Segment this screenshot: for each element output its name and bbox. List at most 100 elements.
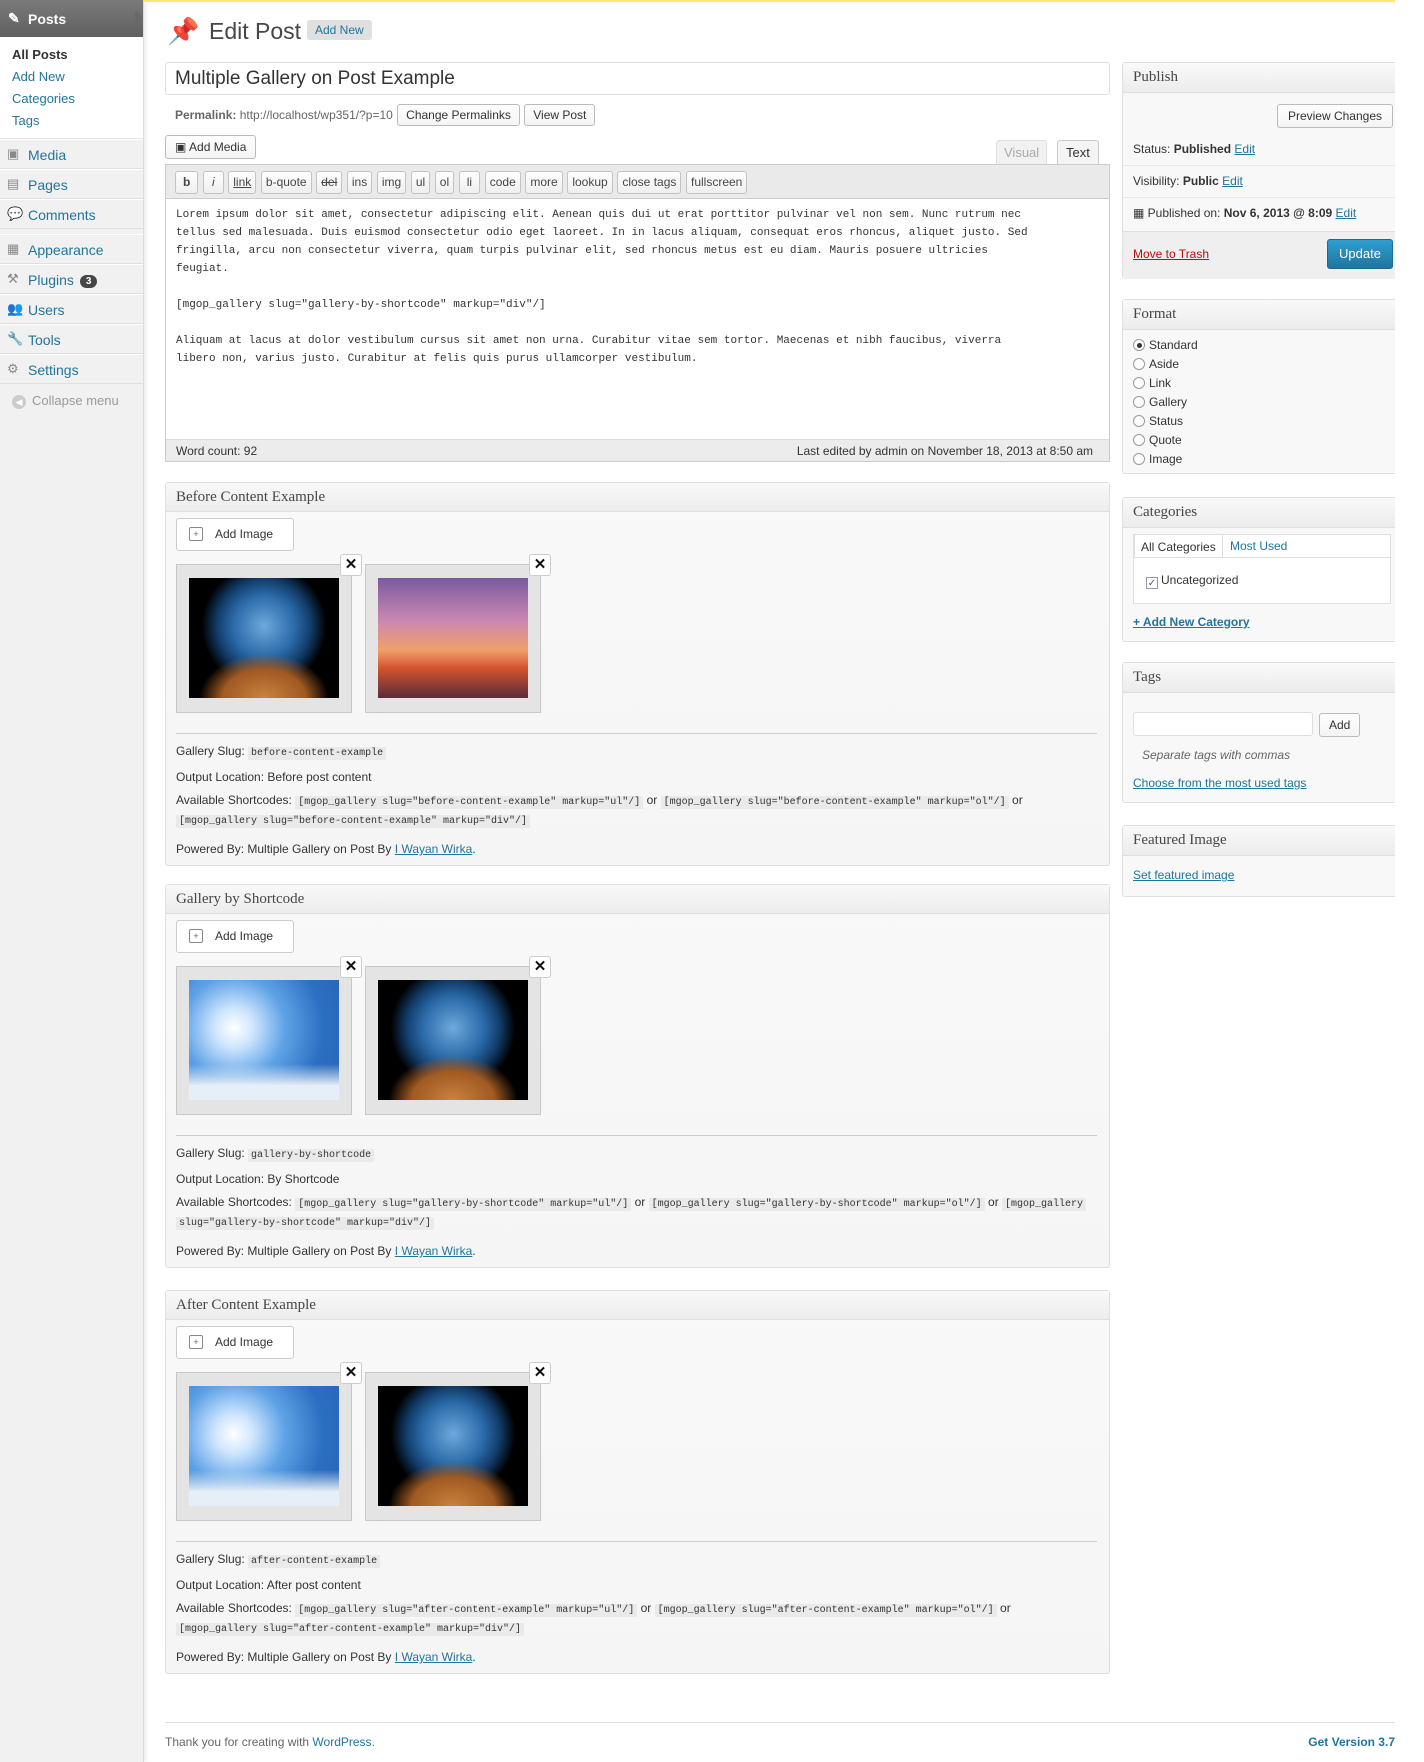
add-image-button[interactable]: + Add Image xyxy=(176,1326,294,1359)
menu-item-appearance[interactable]: ▦ Appearance xyxy=(0,234,143,264)
edit-visibility-link[interactable]: Edit xyxy=(1222,174,1243,188)
view-post-button[interactable]: View Post xyxy=(524,104,596,126)
editor-status-bar: Word count: 92 Last edited by admin on N… xyxy=(166,439,1109,461)
add-tag-button[interactable]: Add xyxy=(1319,713,1361,737)
choose-tags-link[interactable]: Choose from the most used tags xyxy=(1133,776,1306,790)
remove-image-icon[interactable]: ✕ xyxy=(529,956,551,978)
format-option-aside[interactable]: Aside xyxy=(1133,357,1179,371)
qt-ul-button[interactable]: ul xyxy=(410,171,431,194)
post-title-input[interactable] xyxy=(165,62,1110,95)
output-label: Output Location: xyxy=(176,1578,265,1592)
format-label: Gallery xyxy=(1149,395,1188,409)
gallery-thumbnail[interactable]: ✕ xyxy=(176,1362,362,1521)
edit-status-link[interactable]: Edit xyxy=(1234,142,1255,156)
metabox-title[interactable]: Before Content Example xyxy=(166,483,1109,512)
menu-item-comments[interactable]: 💬 Comments xyxy=(0,199,143,229)
qt-img-button[interactable]: img xyxy=(376,171,407,194)
qt-lookup-button[interactable]: lookup xyxy=(567,171,613,194)
qt-del-button[interactable]: del xyxy=(316,171,343,194)
format-option-standard[interactable]: Standard xyxy=(1133,338,1198,352)
gallery-thumbnail[interactable]: ✕ xyxy=(176,956,362,1115)
preview-changes-button[interactable]: Preview Changes xyxy=(1276,104,1393,128)
skier-jump-image xyxy=(189,980,339,1100)
add-new-post-button[interactable]: Add New xyxy=(307,20,372,40)
metabox-title[interactable]: Featured Image xyxy=(1123,826,1403,856)
menu-item-plugins[interactable]: ⚒ Plugins 3 xyxy=(0,264,143,294)
metabox-title[interactable]: Format xyxy=(1123,300,1403,330)
collapse-menu-button[interactable]: ◀ Collapse menu xyxy=(0,384,143,409)
format-option-status[interactable]: Status xyxy=(1133,414,1183,428)
status-row: Status: Published Edit xyxy=(1133,142,1255,156)
post-content-textarea[interactable]: Lorem ipsum dolor sit amet, consectetur … xyxy=(166,199,1109,375)
add-media-label: Add Media xyxy=(189,140,247,154)
format-option-image[interactable]: Image xyxy=(1133,452,1182,466)
add-image-icon: + xyxy=(189,929,203,943)
add-media-button[interactable]: ▣ Add Media xyxy=(165,135,257,159)
remove-image-icon[interactable]: ✕ xyxy=(340,554,362,576)
media-icon: ▣ xyxy=(7,146,20,161)
qt-ol-button[interactable]: ol xyxy=(434,171,455,194)
move-to-trash-link[interactable]: Move to Trash xyxy=(1133,247,1209,261)
update-button[interactable]: Update xyxy=(1327,239,1393,269)
permalink-url[interactable]: http://localhost/wp351/?p=10 xyxy=(240,108,393,122)
submenu-all-posts[interactable]: All Posts xyxy=(0,44,143,66)
add-image-button[interactable]: + Add Image xyxy=(176,920,294,953)
tab-all-categories[interactable]: All Categories xyxy=(1134,534,1223,558)
qt-code-button[interactable]: code xyxy=(484,171,521,194)
remove-image-icon[interactable]: ✕ xyxy=(340,1362,362,1384)
remove-image-icon[interactable]: ✕ xyxy=(529,554,551,576)
qt-italic-button[interactable]: i xyxy=(202,171,224,194)
qt-bold-button[interactable]: b xyxy=(175,171,199,194)
metabox-title[interactable]: Publish xyxy=(1123,63,1403,93)
submenu-tags[interactable]: Tags xyxy=(0,110,143,132)
edit-date-link[interactable]: Edit xyxy=(1336,206,1357,220)
gallery-thumbnail[interactable]: ✕ xyxy=(365,554,551,713)
add-new-category-link[interactable]: + Add New Category xyxy=(1133,615,1250,629)
menu-item-tools[interactable]: 🔧 Tools xyxy=(0,324,143,354)
metabox-title[interactable]: Tags xyxy=(1123,663,1403,693)
qt-ins-button[interactable]: ins xyxy=(346,171,373,194)
author-link[interactable]: I Wayan Wirka xyxy=(395,1244,473,1258)
metabox-title[interactable]: Categories xyxy=(1123,498,1403,528)
remove-image-icon[interactable]: ✕ xyxy=(529,1362,551,1384)
qt-more-button[interactable]: more xyxy=(525,171,563,194)
menu-item-media[interactable]: ▣ Media xyxy=(0,139,143,169)
menu-item-users[interactable]: 👥 Users xyxy=(0,294,143,324)
submenu-add-new[interactable]: Add New xyxy=(0,66,143,88)
pushpin-icon: 📌 xyxy=(167,16,200,46)
change-permalinks-button[interactable]: Change Permalinks xyxy=(397,104,520,126)
tab-most-used[interactable]: Most Used xyxy=(1230,539,1287,553)
author-link[interactable]: I Wayan Wirka xyxy=(395,842,473,856)
tab-text[interactable]: Text xyxy=(1057,140,1099,164)
get-version-link[interactable]: Get Version 3.7.1 xyxy=(1308,1735,1405,1749)
menu-item-settings[interactable]: ⚙ Settings xyxy=(0,354,143,384)
qt-close-tags-button[interactable]: close tags xyxy=(617,171,682,194)
category-label: Uncategorized xyxy=(1161,573,1239,587)
menu-item-pages[interactable]: ▤ Pages xyxy=(0,169,143,199)
qt-bquote-button[interactable]: b-quote xyxy=(260,171,312,194)
qt-fullscreen-button[interactable]: fullscreen xyxy=(686,171,748,194)
menu-label: Tools xyxy=(28,332,61,348)
author-link[interactable]: I Wayan Wirka xyxy=(395,1650,473,1664)
tab-visual[interactable]: Visual xyxy=(996,140,1048,164)
gallery-thumbnail[interactable]: ✕ xyxy=(365,956,551,1115)
menu-label: Users xyxy=(28,302,65,318)
menu-item-posts[interactable]: ✎ Posts xyxy=(0,0,143,37)
metabox-title[interactable]: After Content Example xyxy=(166,1291,1109,1320)
wordpress-link[interactable]: WordPress xyxy=(312,1735,371,1749)
gallery-thumbnail[interactable]: ✕ xyxy=(365,1362,551,1521)
remove-image-icon[interactable]: ✕ xyxy=(340,956,362,978)
submenu-categories[interactable]: Categories xyxy=(0,88,143,110)
menu-label: Appearance xyxy=(28,242,104,258)
metabox-title[interactable]: Gallery by Shortcode xyxy=(166,885,1109,914)
format-option-quote[interactable]: Quote xyxy=(1133,433,1182,447)
new-tag-input[interactable] xyxy=(1133,712,1313,736)
gallery-thumbnail[interactable]: ✕ xyxy=(176,554,362,713)
set-featured-image-link[interactable]: Set featured image xyxy=(1133,868,1234,882)
add-image-button[interactable]: + Add Image xyxy=(176,518,294,551)
qt-li-button[interactable]: li xyxy=(458,171,481,194)
format-option-gallery[interactable]: Gallery xyxy=(1133,395,1187,409)
qt-link-button[interactable]: link xyxy=(228,171,257,194)
format-option-link[interactable]: Link xyxy=(1133,376,1171,390)
category-uncategorized[interactable]: ✓ Uncategorized xyxy=(1146,573,1238,589)
